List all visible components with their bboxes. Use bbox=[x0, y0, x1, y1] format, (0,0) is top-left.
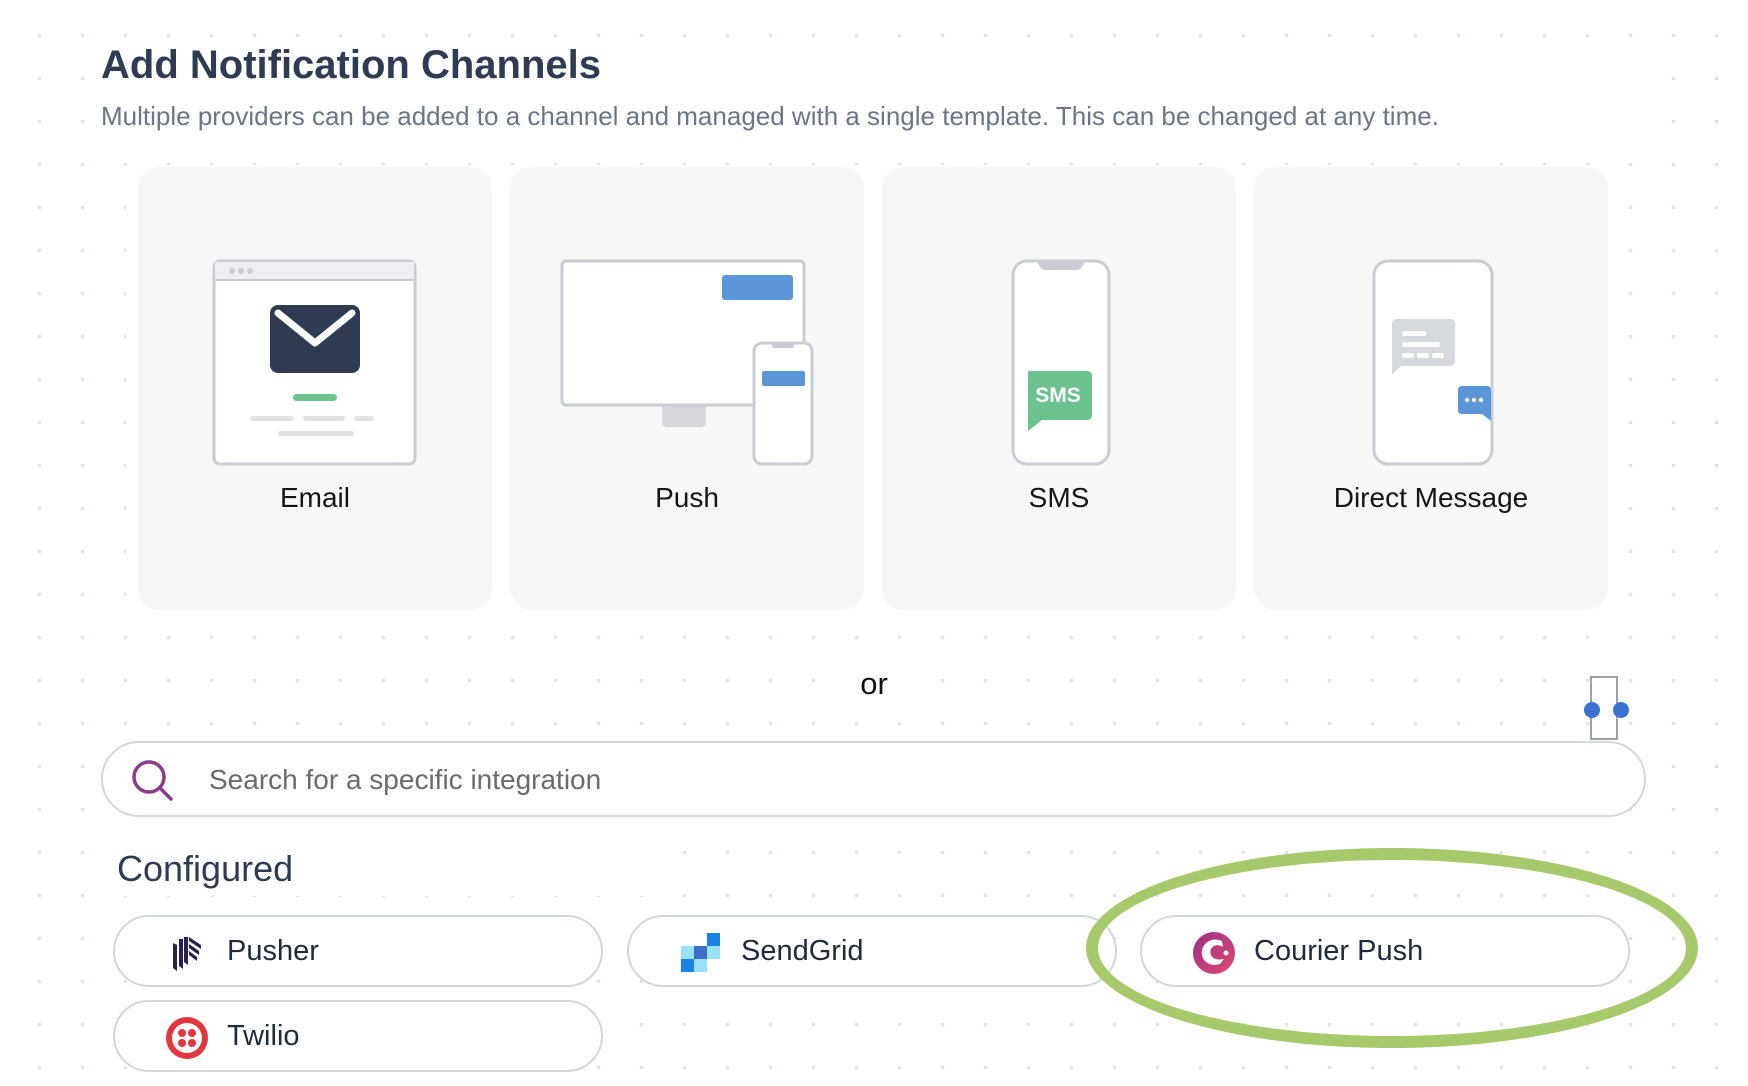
direct-message-illustration-icon bbox=[1372, 259, 1494, 466]
integration-name: Courier Push bbox=[1254, 935, 1424, 967]
email-illustration-icon bbox=[212, 259, 417, 466]
courier-logo-icon bbox=[1193, 932, 1235, 974]
page-subtitle: Multiple providers can be added to a cha… bbox=[101, 101, 1439, 131]
page: Add Notification Channels Multiple provi… bbox=[0, 0, 1748, 1086]
push-illustration-icon bbox=[560, 259, 814, 466]
page-title: Add Notification Channels bbox=[101, 43, 601, 87]
channel-label: Email bbox=[279, 482, 350, 513]
integration-courier-push[interactable]: Courier Push bbox=[1140, 915, 1630, 987]
integration-name: Twilio bbox=[227, 1020, 300, 1052]
handle-dot-icon[interactable] bbox=[1584, 702, 1600, 718]
integration-twilio[interactable]: Twilio bbox=[113, 1000, 603, 1072]
sms-illustration-icon: SMS bbox=[1011, 259, 1111, 466]
header: Add Notification Channels Multiple provi… bbox=[101, 40, 1661, 134]
channel-card-direct-message[interactable]: Direct Message bbox=[1254, 167, 1608, 610]
configured-heading: Configured bbox=[117, 848, 294, 889]
sendgrid-logo-icon bbox=[681, 933, 720, 972]
channel-label: SMS bbox=[1028, 482, 1090, 513]
or-divider: or bbox=[860, 666, 888, 701]
channel-label: Direct Message bbox=[1333, 482, 1529, 513]
handle-dot-icon[interactable] bbox=[1613, 702, 1629, 718]
channel-card-email[interactable]: Email bbox=[138, 167, 492, 610]
twilio-logo-icon bbox=[166, 1017, 208, 1059]
search-bar[interactable] bbox=[101, 741, 1646, 817]
sms-badge-text: SMS bbox=[1035, 384, 1081, 407]
pusher-logo-icon bbox=[173, 937, 201, 971]
channel-label: Push bbox=[655, 482, 719, 513]
channel-card-sms[interactable]: SMS SMS bbox=[882, 167, 1236, 610]
search-icon bbox=[132, 760, 173, 801]
search-input[interactable] bbox=[207, 757, 1591, 803]
integration-name: Pusher bbox=[227, 935, 319, 967]
channel-card-push[interactable]: Push bbox=[510, 167, 864, 610]
integration-name: SendGrid bbox=[741, 935, 864, 967]
integration-sendgrid[interactable]: SendGrid bbox=[627, 915, 1117, 987]
integration-pusher[interactable]: Pusher bbox=[113, 915, 603, 987]
